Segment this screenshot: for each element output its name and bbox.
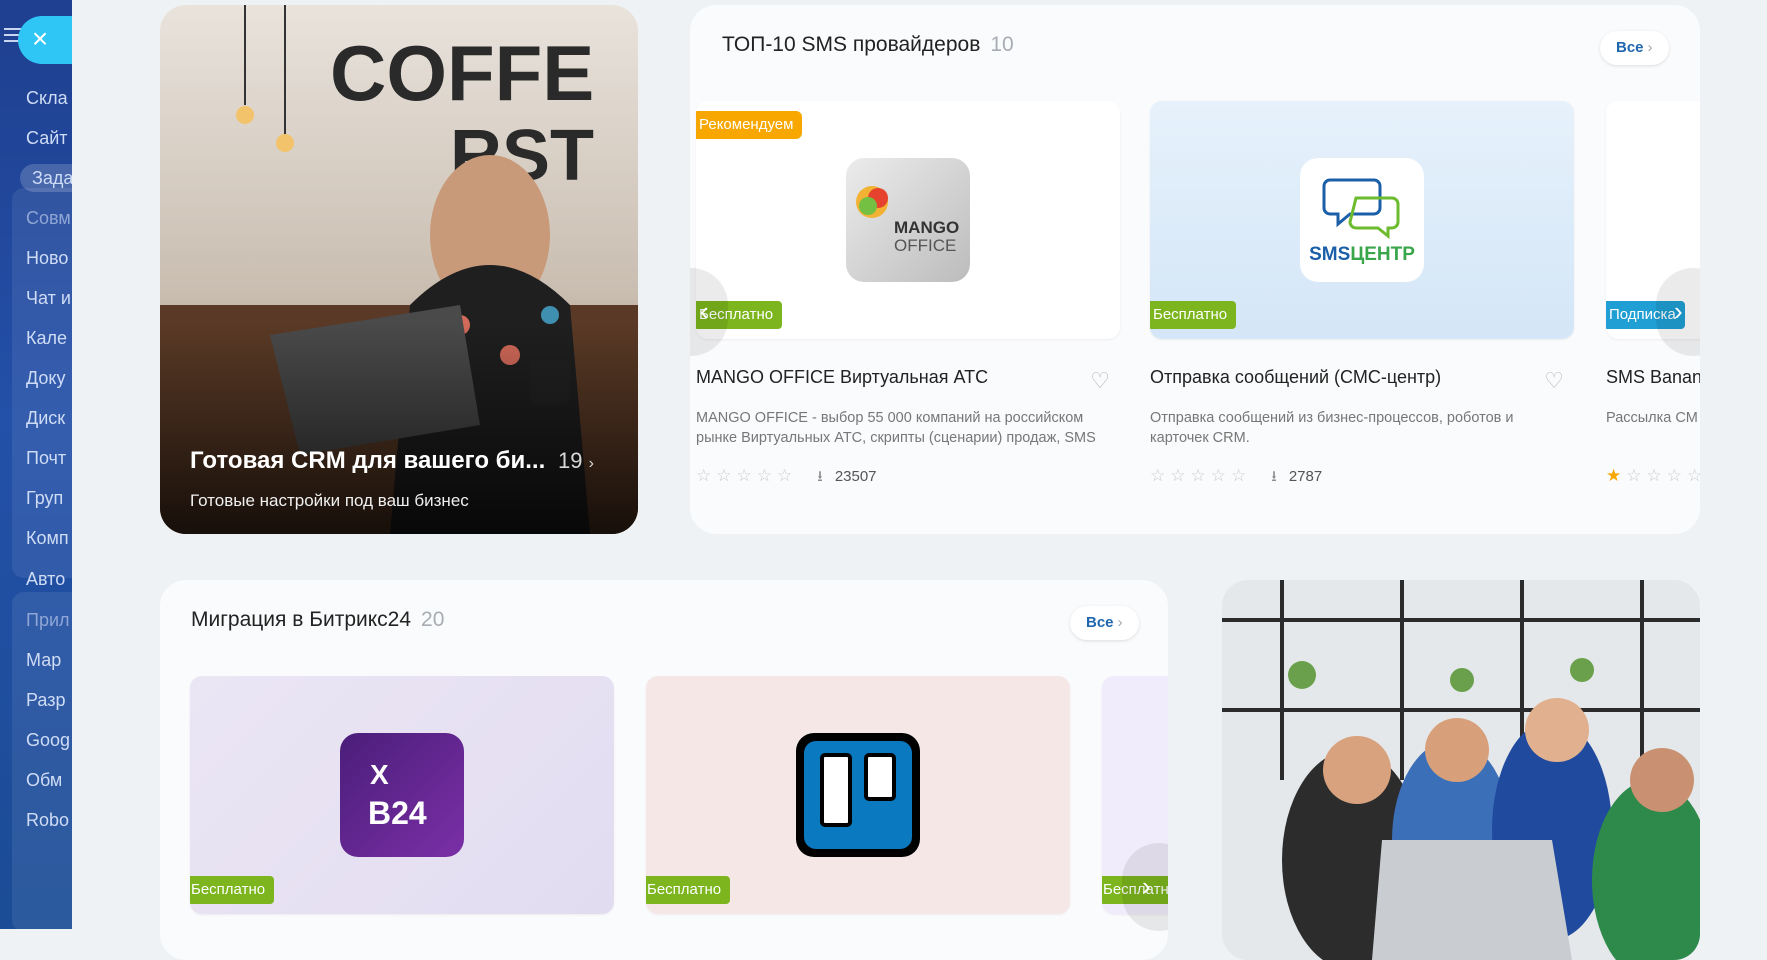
app-description: MANGO OFFICE - выбор 55 000 компаний на … <box>696 410 1096 446</box>
section-title: ТОП-10 SMS провайдеров 10 <box>722 33 1014 56</box>
migration-section: Миграция в Битрикс24 20 Все › X B24 Беспла… <box>160 580 1168 960</box>
rating-stars: ☆☆☆☆☆ <box>696 466 798 485</box>
download-icon: ⭳ <box>1271 468 1277 485</box>
excel-to-b24-logo: X B24 <box>340 733 464 857</box>
sidebar-item[interactable]: Диск <box>26 404 72 432</box>
sidebar-item[interactable]: Мар <box>26 646 72 674</box>
app-card[interactable]: MANGO OFFICE Рекомендуем Бесплатно MANGO… <box>696 101 1120 491</box>
download-count: 2787 <box>1288 468 1323 485</box>
app-meta: ★☆☆☆☆ <box>1606 466 1700 486</box>
promo-subtitle: Готовые настройки под ваш бизнес <box>190 491 469 510</box>
app-description: Рассылка СМ <box>1606 410 1698 426</box>
sidebar-item[interactable]: Доку <box>26 364 72 392</box>
download-count: 23507 <box>834 468 877 485</box>
app-meta: ☆☆☆☆☆ ⭳ 23507 <box>696 466 1120 491</box>
sidebar-item[interactable]: Комп <box>26 524 72 552</box>
sms-providers-section: ТОП-10 SMS провайдеров 10 Все › MANGO OFFI… <box>690 5 1700 534</box>
sidebar-item[interactable]: Обм <box>26 766 72 794</box>
promo-crm-card[interactable]: COFFE RST Готовая CRM для вашего би... 1… <box>160 5 638 534</box>
team-photo-card[interactable] <box>1222 580 1700 960</box>
free-badge: Бесплатно <box>1150 301 1237 329</box>
sidebar-item[interactable]: Сайт <box>26 124 72 152</box>
app-meta: ☆☆☆☆☆ ⭳ 2787 <box>1150 466 1574 491</box>
favorite-heart-icon[interactable]: ♡ <box>1090 368 1110 394</box>
app-card[interactable]: X B24 Бесплатно <box>190 676 614 914</box>
close-icon: × <box>31 23 49 54</box>
sidebar-section-header[interactable]: Совм <box>26 204 72 232</box>
close-slider-button[interactable]: × <box>18 16 72 64</box>
sidebar-item[interactable]: Кале <box>26 324 72 352</box>
promo-count: 19 › <box>558 448 594 473</box>
sidebar-item[interactable]: Чат и <box>26 284 72 312</box>
sidebar-item[interactable]: Скла <box>26 84 72 112</box>
app-name: Отправка сообщений (СМС-центр) <box>1150 367 1442 387</box>
left-sidebar: Скла Сайт Зада Совм Ново Чат и Кале Доку… <box>0 0 72 929</box>
sidebar-item[interactable]: Авто <box>26 565 72 593</box>
app-image: MANGO OFFICE Рекомендуем Бесплатно <box>696 101 1120 339</box>
app-card[interactable]: SMSЦЕНТР Бесплатно Отправка сообщений (С… <box>1150 101 1574 491</box>
free-badge: Бесплатно <box>646 876 731 904</box>
app-name: MANGO OFFICE Виртуальная АТС <box>696 367 989 387</box>
app-image: SMSЦЕНТР Бесплатно <box>1150 101 1574 339</box>
download-icon: ⭳ <box>817 468 823 485</box>
carousel-next-button[interactable]: › <box>1122 843 1168 931</box>
sidebar-group <box>12 592 72 929</box>
app-image: Бесплатно <box>646 676 1070 914</box>
sidebar-item-active[interactable]: Зада <box>20 164 72 192</box>
rating-stars: ☆☆☆☆☆ <box>1150 466 1252 485</box>
mango-office-logo: MANGO OFFICE <box>846 158 970 282</box>
trello-logo <box>796 733 920 857</box>
show-all-button[interactable]: Все › <box>1070 606 1139 640</box>
favorite-heart-icon[interactable]: ♡ <box>1544 368 1564 394</box>
sidebar-section-header[interactable]: Прил <box>26 606 72 634</box>
sidebar-item[interactable]: Разр <box>26 686 72 714</box>
sidebar-item[interactable]: Ново <box>26 244 72 272</box>
section-title: Миграция в Битрикс24 20 <box>191 608 445 631</box>
sidebar-item[interactable]: Груп <box>26 484 72 512</box>
sidebar-item[interactable]: Goog <box>26 726 72 754</box>
app-card[interactable]: Бесплатно <box>646 676 1070 914</box>
rating-stars: ★☆☆☆☆ <box>1606 466 1700 485</box>
smscenter-logo: SMSЦЕНТР <box>1300 158 1424 282</box>
app-description: Отправка сообщений из бизнес-процессов, … <box>1150 410 1514 446</box>
promo-title: Готовая CRM для вашего би... <box>190 447 546 474</box>
app-image: X B24 Бесплатно <box>190 676 614 914</box>
recommended-badge: Рекомендуем <box>696 111 803 139</box>
sidebar-item[interactable]: Почт <box>26 444 72 472</box>
show-all-button[interactable]: Все › <box>1600 31 1669 65</box>
team-photo <box>1222 580 1700 960</box>
app-name: SMS Banan <box>1606 367 1700 387</box>
free-badge: Бесплатно <box>190 876 275 904</box>
sidebar-item[interactable]: Robo <box>26 806 72 834</box>
